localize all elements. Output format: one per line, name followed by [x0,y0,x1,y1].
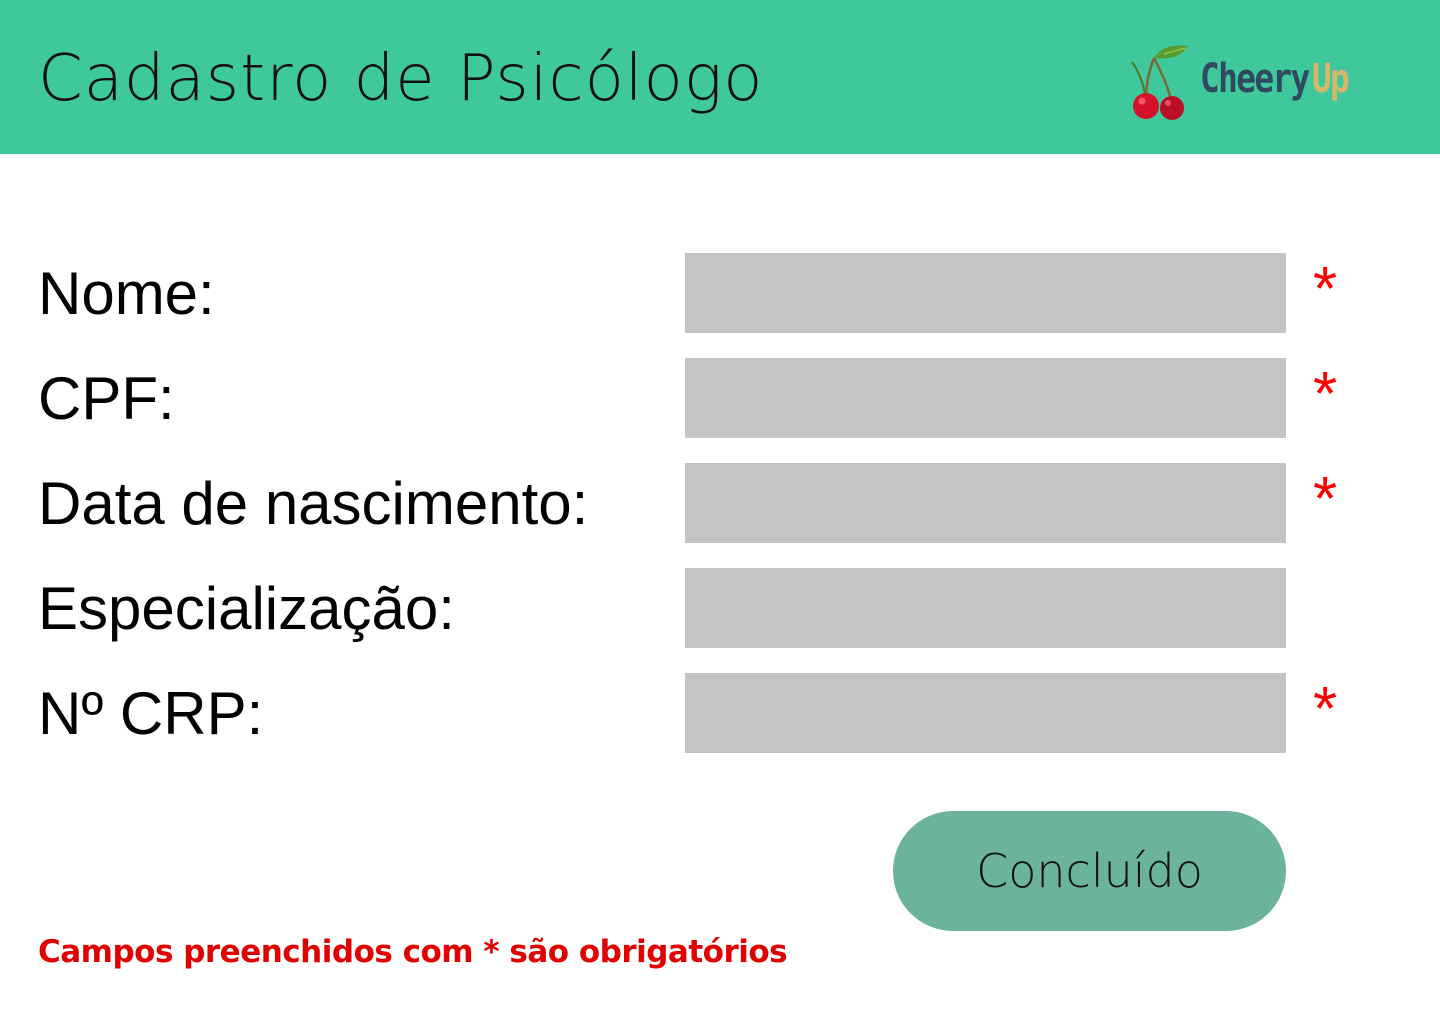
form-row-especializacao: Especialização: [0,568,1440,648]
page-title: Cadastro de Psicólogo [38,42,764,116]
crp-label: Nº CRP: [38,680,264,747]
cpf-input[interactable] [685,358,1286,438]
cpf-label: CPF: [38,365,175,432]
logo-text-up: Up [1311,56,1350,102]
cheery-up-logo: CheeryUp [1124,40,1394,130]
especializacao-input[interactable] [685,568,1286,648]
required-fields-note: Campos preenchidos com * são obrigatório… [38,934,788,970]
logo-wordmark: CheeryUp [1200,56,1350,102]
data-nascimento-label: Data de nascimento: [38,470,589,537]
required-asterisk: * [1313,360,1338,429]
header-bar: Cadastro de Psicólogo CheeryUp [0,0,1440,154]
nome-label: Nome: [38,260,215,327]
form-row-data-nascimento: Data de nascimento: * [0,463,1440,543]
nome-input[interactable] [685,253,1286,333]
form-row-cpf: CPF: * [0,358,1440,438]
especializacao-label: Especialização: [38,575,455,642]
required-asterisk: * [1313,255,1338,324]
required-asterisk: * [1313,465,1338,534]
concluido-button[interactable]: Concluído [893,811,1286,931]
cherry-icon [1131,45,1188,120]
data-nascimento-input[interactable] [685,463,1286,543]
required-asterisk: * [1313,675,1338,744]
crp-input[interactable] [685,673,1286,753]
logo-text-cheery: Cheery [1200,56,1310,102]
form-row-nome: Nome: * [0,253,1440,333]
form-row-crp: Nº CRP: * [0,673,1440,753]
